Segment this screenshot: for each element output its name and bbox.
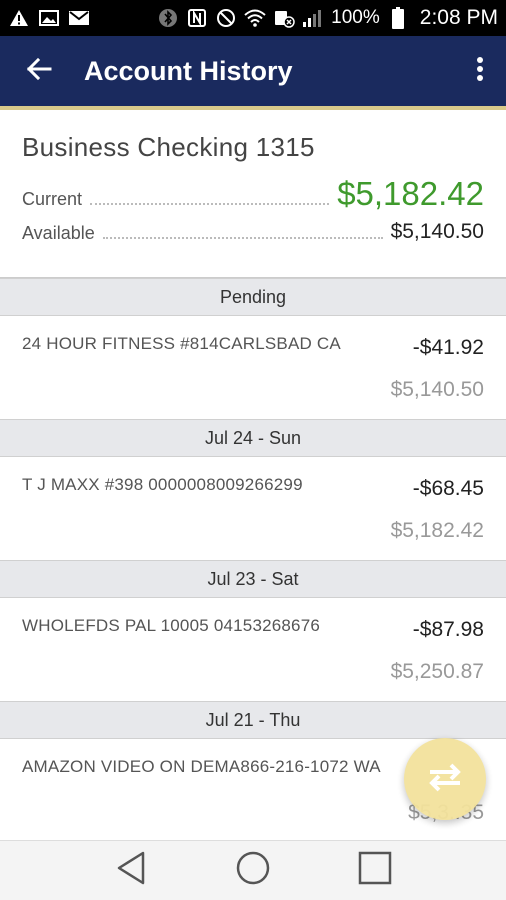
status-right-icons: 100% 2:08 PM (157, 6, 498, 30)
running-balance: $5,250.87 (390, 660, 484, 683)
running-balance: $5,140.50 (390, 378, 484, 401)
status-left-icons (8, 8, 90, 28)
available-balance-row: Available $5,140.50 (22, 220, 484, 244)
nfc-icon (186, 8, 208, 28)
dotted-leader (90, 203, 330, 205)
system-nav-bar (0, 840, 506, 900)
data-off-icon (273, 8, 295, 28)
transaction-row[interactable]: WHOLEFDS PAL 10005 04153268676 -$87.98 $… (0, 598, 506, 701)
cell-signal-icon (302, 8, 324, 28)
account-name: Business Checking 1315 (22, 132, 315, 162)
section-header-date: Jul 23 - Sat (0, 560, 506, 598)
nav-recents-button[interactable] (350, 846, 400, 896)
transaction-amount: -$68.45 (412, 477, 484, 500)
gmail-icon (68, 8, 90, 28)
wifi-icon (244, 8, 266, 28)
transaction-amount: -$87.98 (412, 618, 484, 641)
transaction-description: T J MAXX #398 0000008009266299 (22, 475, 303, 494)
dotted-leader (102, 237, 383, 239)
transfer-arrows-icon (426, 762, 464, 797)
available-balance: $5,140.50 (390, 220, 484, 243)
battery-percent: 100% (331, 7, 380, 28)
image-icon (38, 8, 60, 28)
back-button[interactable] (10, 42, 68, 100)
more-options-button[interactable] (458, 42, 502, 100)
current-balance: $5,182.42 (337, 175, 484, 212)
available-label: Available (22, 223, 95, 243)
transaction-row[interactable]: T J MAXX #398 0000008009266299 -$68.45 $… (0, 457, 506, 560)
no-signal-icon (215, 8, 237, 28)
back-triangle-icon (115, 851, 147, 890)
home-circle-icon (235, 850, 271, 891)
battery-icon (387, 7, 409, 29)
transaction-description: AMAZON VIDEO ON DEMA866-216-1072 WA (22, 757, 381, 776)
bluetooth-icon (157, 8, 179, 28)
more-vertical-icon (476, 56, 484, 87)
nav-back-button[interactable] (106, 846, 156, 896)
section-header-pending: Pending (0, 278, 506, 316)
current-balance-row: Current $5,182.42 (22, 177, 484, 210)
section-header-date: Jul 21 - Thu (0, 701, 506, 739)
current-label: Current (22, 189, 83, 209)
transfer-button[interactable] (404, 738, 486, 820)
warning-icon (8, 8, 30, 28)
transaction-description: WHOLEFDS PAL 10005 04153268676 (22, 616, 321, 635)
account-history-list[interactable]: Business Checking 1315 Current $5,182.42… (0, 114, 506, 840)
page-title: Account History (84, 55, 293, 86)
recents-square-icon (358, 851, 392, 890)
arrow-left-icon (26, 57, 52, 86)
app-bar: Account History (0, 36, 506, 110)
clock: 2:08 PM (419, 6, 498, 29)
nav-home-button[interactable] (228, 846, 278, 896)
status-bar: 100% 2:08 PM (0, 0, 506, 36)
section-header-date: Jul 24 - Sun (0, 419, 506, 457)
transaction-amount: -$41.92 (412, 336, 484, 359)
transaction-description: 24 HOUR FITNESS #814CARLSBAD CA (22, 334, 341, 353)
transaction-row[interactable]: 24 HOUR FITNESS #814CARLSBAD CA -$41.92 … (0, 316, 506, 419)
account-summary: Business Checking 1315 Current $5,182.42… (0, 114, 506, 278)
running-balance: $5,182.42 (390, 519, 484, 542)
